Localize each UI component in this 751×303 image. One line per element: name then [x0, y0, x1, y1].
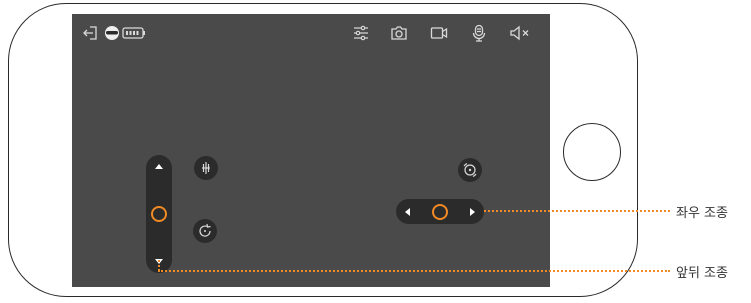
gripper-icon: [202, 162, 210, 174]
microphone-icon[interactable]: [469, 23, 489, 43]
video-record-icon[interactable]: [429, 23, 449, 43]
rotate-icon: [199, 223, 211, 237]
rotate-button[interactable]: [193, 219, 217, 243]
camera-icon[interactable]: [389, 23, 409, 43]
left-right-pad: [396, 199, 484, 224]
forward-backward-knob[interactable]: [151, 206, 167, 222]
app-screen: [72, 14, 550, 287]
left-arrow[interactable]: [405, 207, 410, 216]
arm-button[interactable]: [194, 156, 218, 180]
left-right-knob[interactable]: [432, 203, 448, 220]
target-button[interactable]: [458, 158, 482, 182]
lateral-control-label: 좌우 조종: [676, 206, 728, 221]
robot-icon: [102, 23, 122, 43]
forward-backward-pad: [146, 155, 172, 273]
exit-icon[interactable]: [81, 23, 101, 43]
speaker-mute-icon[interactable]: [508, 23, 532, 43]
forward-backward-control-label: 앞뒤 조종: [676, 266, 728, 281]
battery-icon: [120, 23, 148, 43]
lateral-leader-line: [484, 210, 670, 212]
settings-sliders-icon[interactable]: [351, 23, 371, 43]
forward-arrow[interactable]: [155, 164, 163, 169]
forward-leader-line: [158, 270, 670, 272]
right-arrow[interactable]: [470, 207, 475, 216]
crosshair-icon: [463, 162, 477, 178]
home-button[interactable]: [563, 123, 621, 181]
